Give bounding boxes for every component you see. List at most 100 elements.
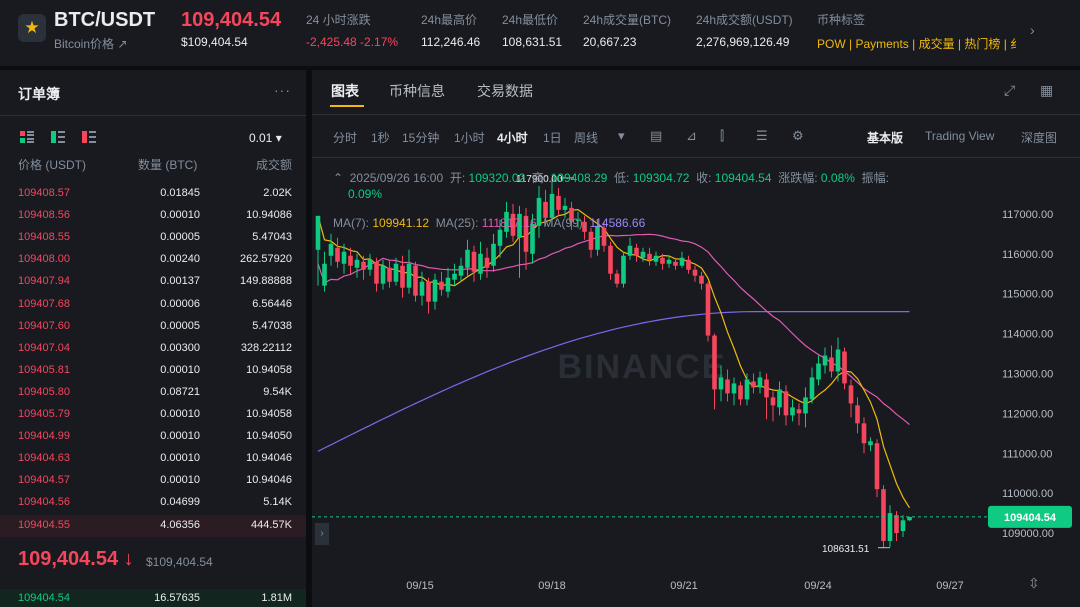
scale-settings-icon[interactable]: ⇳ [1028, 575, 1040, 592]
y-tick-label: 109000.00 [1002, 528, 1054, 540]
candle-body [627, 245, 633, 256]
ask-price: 109404.63 [18, 452, 70, 465]
candle-body [634, 247, 639, 256]
ask-row[interactable]: 109404.56 0.04699 5.14K [0, 492, 306, 514]
indicator-icon[interactable]: ▤ [650, 128, 662, 144]
stat-value-change: -2,425.48 -2.17% [306, 35, 399, 49]
ask-price: 109407.04 [18, 341, 70, 354]
grid-layout-icon[interactable]: ▦ [1040, 82, 1053, 99]
ask-price: 109404.55 [18, 518, 70, 531]
y-tick-label: 111000.00 [1002, 448, 1052, 460]
ask-qty: 0.08721 [160, 385, 200, 398]
ask-row[interactable]: 109405.80 0.08721 9.54K [0, 382, 306, 404]
ask-row[interactable]: 109407.68 0.00006 6.56446 [0, 294, 306, 316]
candle-body [770, 397, 776, 406]
view-both-icon[interactable] [20, 131, 34, 143]
ask-row[interactable]: 109405.81 0.00010 10.94058 [0, 360, 306, 382]
tab-trading-data[interactable]: 交易数据 [477, 81, 533, 101]
ask-qty: 0.00010 [160, 452, 200, 465]
chevron-down-icon[interactable]: ▾ [618, 128, 625, 144]
chevron-right-icon[interactable]: › [1030, 22, 1035, 38]
ask-row[interactable]: 109408.55 0.00005 5.47043 [0, 227, 306, 249]
ask-row[interactable]: 109407.04 0.00300 328.22112 [0, 338, 306, 360]
candle-body [725, 379, 730, 394]
current-price-label: 109404.54 [1004, 512, 1057, 524]
candle-body [465, 249, 470, 268]
ask-price: 109407.60 [18, 319, 70, 332]
ask-row[interactable]: 109407.94 0.00137 149.88888 [0, 271, 306, 293]
candle-body [822, 355, 828, 366]
candle-body [705, 283, 711, 336]
ohlc-amp: 0.09% [348, 187, 383, 201]
tf-15m[interactable]: 15分钟 [402, 129, 439, 146]
y-tick-label: 110000.00 [1002, 488, 1053, 500]
view-tradingview[interactable]: Trading View [925, 129, 994, 143]
ask-row[interactable]: 109408.56 0.00010 10.94086 [0, 205, 306, 227]
coin-tags[interactable]: POW | Payments | 成交量 | 热门榜 | 纟 [817, 35, 1039, 52]
line-chart-icon[interactable]: ⊿ [686, 128, 697, 144]
ask-total: 2.02K [263, 187, 292, 199]
ask-row[interactable]: 109404.57 0.00010 10.94046 [0, 470, 306, 492]
coin-info-link[interactable]: Bitcoin价格 ↗ [54, 35, 127, 52]
last-price-usd: $109,404.54 [181, 35, 248, 49]
active-tab-indicator [330, 105, 364, 107]
ask-price: 109404.99 [18, 430, 70, 443]
tf-week[interactable]: 周线 [574, 129, 598, 146]
candle-body [328, 243, 334, 256]
tf-1h[interactable]: 1小时 [454, 129, 485, 146]
ask-row[interactable]: 109408.57 0.01845 2.02K [0, 183, 306, 205]
ask-total: 5.47043 [252, 231, 292, 244]
stat-label-change: 24 小时涨跌 [306, 13, 371, 27]
ask-row[interactable]: 109407.60 0.00005 5.47038 [0, 316, 306, 338]
ask-qty: 0.00300 [160, 341, 200, 354]
expand-panel-icon[interactable]: › [315, 523, 329, 545]
tf-1s[interactable]: 1秒 [371, 129, 390, 146]
stat-label-tags: 币种标签 [817, 13, 866, 27]
ask-row[interactable]: 109404.55 4.06356 444.57K [0, 514, 306, 537]
fullscreen-icon[interactable]: ⤢ [1004, 82, 1015, 99]
pair-name[interactable]: BTC/USDT [54, 9, 155, 32]
x-tick-label: 09/24 [804, 580, 832, 592]
settings-gear-icon[interactable]: ⚙ [792, 128, 804, 144]
ask-row[interactable]: 109404.63 0.00010 10.94046 [0, 448, 306, 470]
candle-type-icon[interactable]: ⫿ [720, 128, 724, 144]
tab-coin-info[interactable]: 币种信息 [389, 81, 445, 101]
stat-value-vol-btc: 20,667.23 [583, 35, 637, 49]
ask-price: 109408.55 [18, 231, 70, 244]
tf-4h[interactable]: 4小时 [497, 129, 528, 146]
orderbook-title: 订单簿 [18, 86, 60, 102]
view-depth[interactable]: 深度图 [1021, 129, 1057, 146]
candle-body [718, 377, 724, 390]
candle-body [712, 335, 717, 390]
bid-row[interactable]: 109404.54 16.57635 1.81M [0, 589, 306, 607]
ask-total: 10.94050 [246, 430, 292, 443]
view-asks-icon[interactable] [82, 131, 96, 143]
tf-time[interactable]: 分时 [333, 129, 357, 146]
ask-row[interactable]: 109405.79 0.00010 10.94058 [0, 404, 306, 426]
template-icon[interactable]: ☰ [756, 128, 768, 144]
candle-body [315, 215, 321, 250]
ma25-label: MA(25): [435, 216, 479, 230]
candle-body [491, 243, 496, 266]
view-basic[interactable]: 基本版 [867, 129, 903, 146]
stat-value-low: 108,631.51 [502, 35, 563, 49]
candle-body [426, 281, 431, 302]
ask-row[interactable]: 109404.99 0.00010 10.94050 [0, 426, 306, 448]
min-label: 108631.51 [822, 544, 870, 555]
ask-price: 109404.57 [18, 474, 70, 487]
x-tick-label: 09/21 [670, 580, 698, 592]
precision-select[interactable]: 0.01 ▾ [249, 131, 282, 145]
ma99-label: MA(99): [543, 216, 587, 230]
ask-total: 444.57K [251, 518, 292, 531]
stat-value-vol-usdt: 2,276,969,126.49 [696, 35, 790, 49]
ask-total: 10.94058 [246, 408, 292, 420]
tab-chart[interactable]: 图表 [331, 81, 359, 101]
ohlc-collapse-icon[interactable]: ⌃ [333, 171, 343, 185]
tf-1d[interactable]: 1日 [543, 129, 562, 146]
more-options-icon[interactable]: ··· [274, 82, 291, 98]
ask-row[interactable]: 109408.00 0.00240 262.57920 [0, 249, 306, 271]
col-header-price: 价格 (USDT) [18, 158, 86, 172]
divider [0, 115, 306, 116]
favorite-star-icon[interactable]: ★ [18, 14, 46, 42]
view-bids-icon[interactable] [51, 131, 65, 143]
